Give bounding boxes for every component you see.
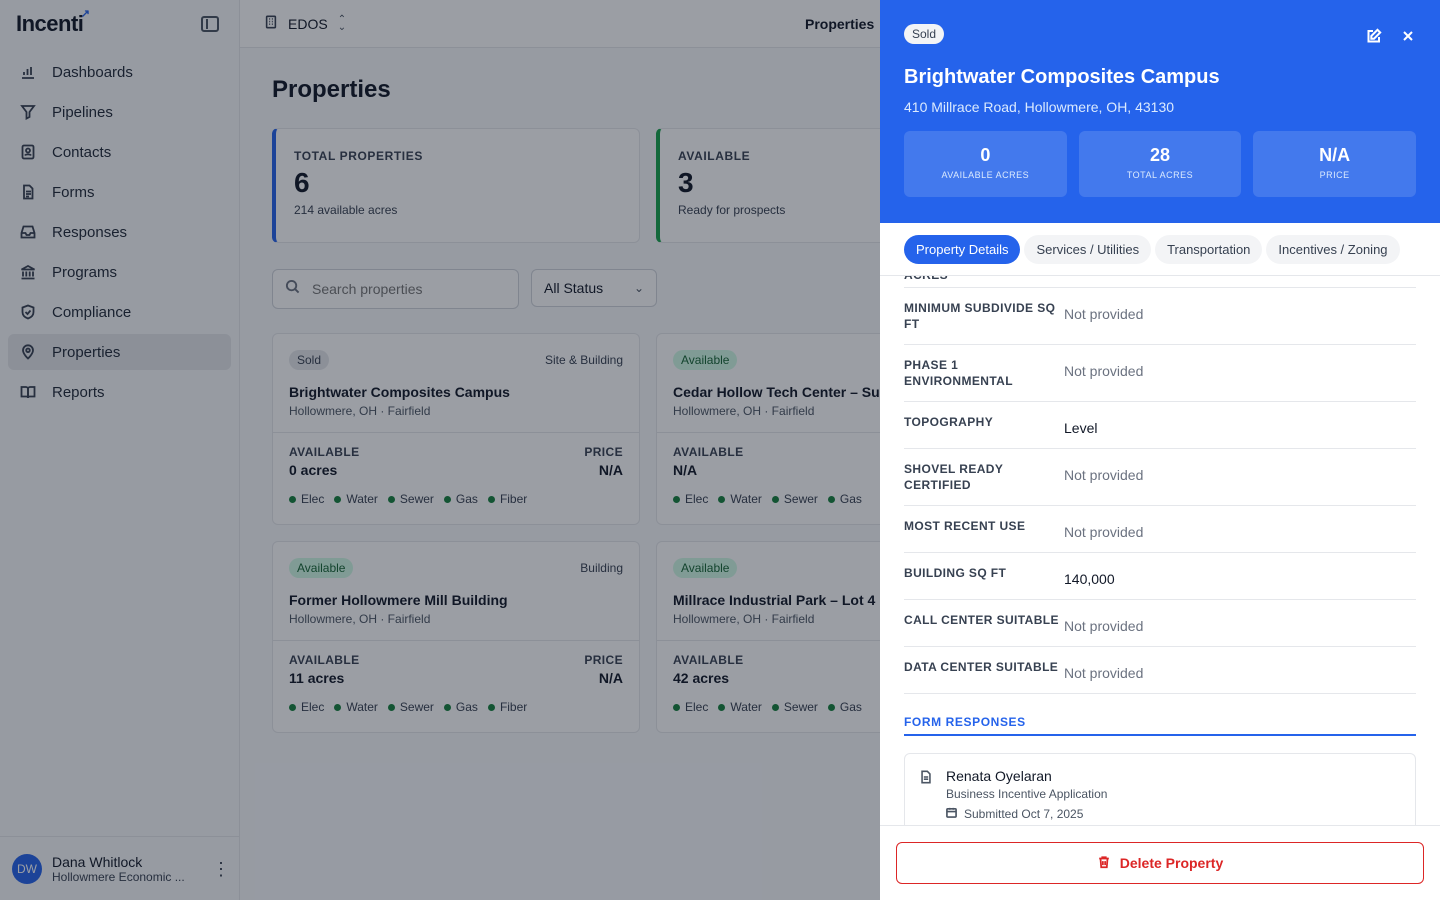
form-response-item[interactable]: Renata Oyelaran Business Incentive Appli… — [904, 753, 1416, 825]
metric-available-acres: 0 AVAILABLE ACRES — [904, 131, 1067, 197]
modal-backdrop[interactable] — [0, 0, 880, 900]
metric-label: AVAILABLE ACRES — [941, 170, 1030, 180]
metric-value: 0 — [980, 145, 991, 165]
detail-label: BUILDING SQ FT — [904, 566, 1007, 580]
detail-label: TOPOGRAPHY — [904, 415, 994, 429]
detail-label: MOST RECENT USE — [904, 519, 1026, 533]
delete-property-button[interactable]: Delete Property — [896, 842, 1424, 884]
detail-row: CALL CENTER SUITABLE Not provided — [904, 600, 1416, 647]
detail-value: Not provided — [1064, 306, 1144, 322]
property-address: 410 Millrace Road, Hollowmere, OH, 43130 — [904, 99, 1175, 115]
response-date: Submitted Oct 7, 2025 — [946, 807, 1107, 821]
edit-icon[interactable] — [1366, 28, 1382, 49]
metric-value: N/A — [1319, 145, 1351, 165]
form-responses-heading: FORM RESPONSES — [904, 715, 1416, 736]
detail-value: Not provided — [1064, 618, 1144, 634]
detail-label: MINIMUM SUBDIVIDE SQ FT — [904, 301, 1056, 331]
delete-property-label: Delete Property — [1119, 855, 1224, 871]
respondent-name: Renata Oyelaran — [946, 768, 1052, 784]
drawer-actions — [1366, 28, 1416, 49]
detail-row: BUILDING SQ FT 140,000 — [904, 553, 1416, 600]
detail-row: MOST RECENT USE Not provided — [904, 506, 1416, 553]
calendar-icon — [946, 807, 964, 821]
detail-label: SHOVEL READY CERTIFIED — [904, 462, 1004, 492]
property-detail-drawer: Sold Brightwater Composites Campus 410 M… — [880, 0, 1440, 900]
metric-label: TOTAL ACRES — [1126, 170, 1194, 180]
metrics-row: 0 AVAILABLE ACRES 28 TOTAL ACRES N/A PRI… — [904, 131, 1417, 197]
detail-row: TOPOGRAPHY Level — [904, 402, 1416, 449]
detail-label-partial: ACRES — [904, 276, 1416, 288]
detail-value: Level — [1064, 420, 1098, 436]
drawer-body[interactable]: ACRES MINIMUM SUBDIVIDE SQ FT Not provid… — [880, 276, 1440, 825]
detail-value: Not provided — [1064, 467, 1144, 483]
tab-incentives-zoning[interactable]: Incentives / Zoning — [1266, 235, 1400, 264]
detail-row: DATA CENTER SUITABLE Not provided — [904, 647, 1416, 694]
submitted-date: Submitted Oct 7, 2025 — [964, 807, 1084, 821]
tab-services-utilities[interactable]: Services / Utilities — [1024, 235, 1152, 264]
detail-row: SHOVEL READY CERTIFIED Not provided — [904, 449, 1416, 506]
trash-icon — [1097, 855, 1120, 872]
close-icon[interactable] — [1400, 28, 1416, 49]
metric-value: 28 — [1149, 145, 1171, 165]
detail-value: Not provided — [1064, 665, 1144, 681]
drawer-tabs: Property Details Services / Utilities Tr… — [880, 223, 1440, 276]
detail-value: 140,000 — [1064, 571, 1115, 587]
metric-label: PRICE — [1319, 170, 1350, 180]
document-icon — [919, 768, 946, 821]
status-badge: Sold — [904, 24, 945, 44]
metric-price: N/A PRICE — [1253, 131, 1417, 197]
tab-transportation[interactable]: Transportation — [1155, 235, 1263, 264]
detail-row: MINIMUM SUBDIVIDE SQ FT Not provided — [904, 288, 1416, 345]
metric-total-acres: 28 TOTAL ACRES — [1078, 131, 1242, 197]
detail-label: CALL CENTER SUITABLE — [904, 613, 1059, 627]
drawer-header: Sold Brightwater Composites Campus 410 M… — [880, 0, 1440, 223]
detail-value: Not provided — [1064, 524, 1144, 540]
detail-row: PHASE 1 ENVIRONMENTAL Not provided — [904, 345, 1416, 402]
response-form-name: Business Incentive Application — [946, 787, 1108, 801]
drawer-footer: Delete Property — [880, 825, 1440, 900]
tab-property-details[interactable]: Property Details — [904, 235, 1021, 264]
detail-label: DATA CENTER SUITABLE — [904, 660, 1059, 674]
drawer-title: Brightwater Composites Campus — [904, 66, 1220, 88]
detail-label: PHASE 1 ENVIRONMENTAL — [904, 358, 1013, 388]
detail-value: Not provided — [1064, 363, 1144, 379]
